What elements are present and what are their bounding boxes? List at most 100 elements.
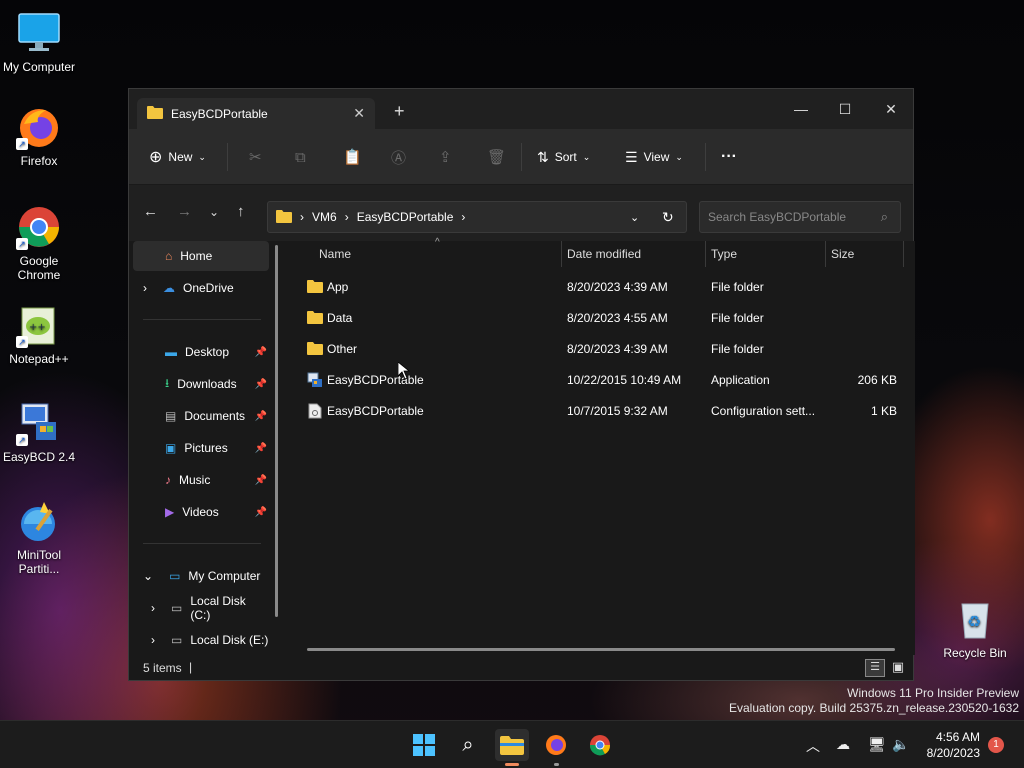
- search-taskbar-icon[interactable]: ⌕: [451, 729, 485, 761]
- toolbar-divider: [521, 143, 522, 171]
- forward-arrow-icon[interactable]: →: [177, 203, 192, 220]
- nav-item-label: Music: [179, 473, 211, 487]
- file-row[interactable]: EasyBCDPortable 10/7/2015 9:32 AM Configur…: [305, 397, 899, 425]
- breadcrumb-item[interactable]: EasyBCDPortable: [357, 210, 454, 224]
- nav-item-music[interactable]: ♪ Music 📌: [133, 465, 269, 495]
- file-row[interactable]: EasyBCDPortable 10/22/2015 10:49 AM Applic…: [305, 366, 899, 394]
- nav-item-label: Home: [180, 249, 213, 263]
- explorer-tab[interactable]: EasyBCDPortable ✕: [137, 98, 375, 129]
- column-header-size[interactable]: Size: [831, 241, 854, 267]
- nav-item-downloads[interactable]: ⭳ Downloads 📌: [133, 369, 269, 399]
- paste-icon[interactable]: 📋: [343, 145, 362, 169]
- file-explorer-taskbar-icon[interactable]: [495, 729, 529, 766]
- nav-divider: [143, 319, 261, 320]
- tab-title: EasyBCDPortable: [171, 106, 268, 121]
- column-header-name[interactable]: Name: [319, 241, 351, 267]
- nav-item-documents[interactable]: ▤ Documents 📌: [133, 401, 269, 431]
- file-row[interactable]: App 8/20/2023 4:39 AM File folder: [305, 273, 899, 301]
- cut-icon[interactable]: ✂: [249, 145, 262, 169]
- explorer-content: ⌂ Home › ☁ OneDrive ▬ Desktop 📌 ⭳ Downlo…: [129, 237, 915, 655]
- sort-button[interactable]: ⇅ Sort ⌄: [537, 145, 590, 169]
- desktop-icon-my-computer[interactable]: My Computer: [1, 10, 77, 74]
- search-input[interactable]: Search EasyBCDPortable: [708, 210, 846, 224]
- close-button[interactable]: ✕: [868, 95, 914, 123]
- clock[interactable]: 4:56 AM 8/20/2023: [918, 729, 980, 761]
- delete-icon[interactable]: 🗑: [487, 145, 506, 169]
- nav-item-home[interactable]: ⌂ Home: [133, 241, 269, 271]
- chevron-down-icon: ⌄: [143, 569, 154, 583]
- plus-circle-icon: ⊕: [149, 149, 163, 166]
- volume-icon[interactable]: 🔈: [892, 736, 909, 753]
- desktop-icon-chrome[interactable]: ↗ Google Chrome: [1, 204, 77, 282]
- windows-logo-icon: [413, 734, 435, 756]
- status-bar: 5 items | ☰ ▣: [129, 655, 915, 681]
- nav-item-label: Pictures: [184, 441, 228, 455]
- new-tab-button[interactable]: +: [394, 101, 405, 122]
- nav-scrollbar[interactable]: [275, 245, 278, 617]
- nav-item-onedrive[interactable]: › ☁ OneDrive: [133, 273, 269, 303]
- breadcrumb-item[interactable]: VM6: [312, 210, 337, 224]
- title-bar: EasyBCDPortable ✕ + — ☐ ✕: [129, 89, 913, 129]
- os-watermark: Windows 11 Pro Insider Preview Evaluatio…: [729, 686, 1019, 716]
- details-view-icon[interactable]: ☰: [865, 659, 885, 677]
- picture-icon: ▣: [165, 441, 177, 455]
- copy-icon[interactable]: ⧉: [295, 145, 306, 169]
- nav-item-local-disk-c[interactable]: › ▭ Local Disk (C:): [133, 593, 269, 623]
- watermark-line: Evaluation copy. Build 25375.zn_release.…: [729, 701, 1019, 715]
- share-icon[interactable]: ⇪: [439, 145, 452, 169]
- desktop-icon-firefox[interactable]: ↗ Firefox: [1, 104, 77, 168]
- recent-locations-chevron-icon[interactable]: ⌄: [209, 205, 219, 219]
- more-options-button[interactable]: ···: [721, 145, 737, 169]
- nav-item-label: Local Disk (C:): [190, 594, 246, 622]
- tab-close-icon[interactable]: ✕: [353, 105, 365, 122]
- network-icon[interactable]: 🖥: [868, 736, 886, 753]
- onedrive-offline-icon[interactable]: ☁: [836, 736, 850, 753]
- toolbar-divider: [227, 143, 228, 171]
- config-file-icon: [307, 403, 323, 422]
- file-row[interactable]: Other 8/20/2023 4:39 AM File folder: [305, 335, 899, 363]
- nav-item-desktop[interactable]: ▬ Desktop 📌: [133, 337, 269, 367]
- horizontal-scrollbar[interactable]: [307, 648, 895, 651]
- music-icon: ♪: [165, 473, 171, 487]
- nav-item-pictures[interactable]: ▣ Pictures 📌: [133, 433, 269, 463]
- column-header-type[interactable]: Type: [711, 241, 737, 267]
- nav-item-local-disk-e[interactable]: › ▭ Local Disk (E:): [133, 625, 269, 655]
- search-box[interactable]: Search EasyBCDPortable ⌕: [699, 201, 901, 233]
- desktop-icon-easybcd[interactable]: ↗ EasyBCD 2.4: [1, 400, 77, 464]
- desktop-icon-notepadpp[interactable]: ++ ↗ Notepad++: [1, 302, 77, 366]
- show-hidden-icons-chevron-icon[interactable]: ︿: [806, 736, 820, 756]
- rename-icon[interactable]: Ⓐ: [391, 145, 406, 169]
- document-icon: ▤: [165, 409, 177, 423]
- back-arrow-icon[interactable]: ←: [143, 203, 158, 220]
- minimize-button[interactable]: —: [778, 95, 824, 123]
- start-button[interactable]: [407, 729, 441, 761]
- file-size: 1 KB: [870, 404, 897, 418]
- toolbar-divider: [705, 143, 706, 171]
- notepadpp-icon: ++ ↗: [16, 302, 62, 348]
- sort-ascending-icon: ^: [435, 237, 440, 248]
- tiles-view-icon[interactable]: ▣: [889, 659, 907, 677]
- desktop-icon-minitool[interactable]: MiniTool Partiti...: [1, 498, 77, 576]
- folder-icon: [307, 341, 323, 358]
- new-button[interactable]: ⊕ New ⌄: [149, 145, 206, 169]
- up-arrow-icon[interactable]: ↑: [237, 203, 245, 220]
- desktop-icon-label: MiniTool Partiti...: [16, 548, 61, 576]
- notification-badge[interactable]: 1: [988, 737, 1004, 753]
- folder-icon: [147, 105, 163, 122]
- view-button[interactable]: ☰ View ⌄: [625, 145, 683, 169]
- file-type: Application: [711, 373, 770, 387]
- column-header-date[interactable]: Date modified: [567, 241, 641, 267]
- maximize-button[interactable]: ☐: [822, 95, 868, 123]
- address-history-chevron-icon[interactable]: ⌄: [630, 211, 639, 224]
- nav-item-my-computer[interactable]: ⌄ ▭ My Computer: [133, 561, 269, 591]
- nav-item-videos[interactable]: ▶ Videos 📌: [133, 497, 269, 527]
- column-separator: [705, 241, 706, 267]
- column-separator: [903, 241, 904, 267]
- refresh-icon[interactable]: ↻: [662, 209, 674, 226]
- file-date: 10/7/2015 9:32 AM: [567, 404, 668, 418]
- firefox-taskbar-icon[interactable]: [539, 729, 573, 766]
- desktop-icon-recycle-bin[interactable]: ♻ Recycle Bin: [937, 596, 1013, 660]
- address-bar[interactable]: › VM6 › EasyBCDPortable › ⌄ ↻: [267, 201, 687, 233]
- file-row[interactable]: Data 8/20/2023 4:55 AM File folder: [305, 304, 899, 332]
- chrome-taskbar-icon[interactable]: [583, 729, 617, 761]
